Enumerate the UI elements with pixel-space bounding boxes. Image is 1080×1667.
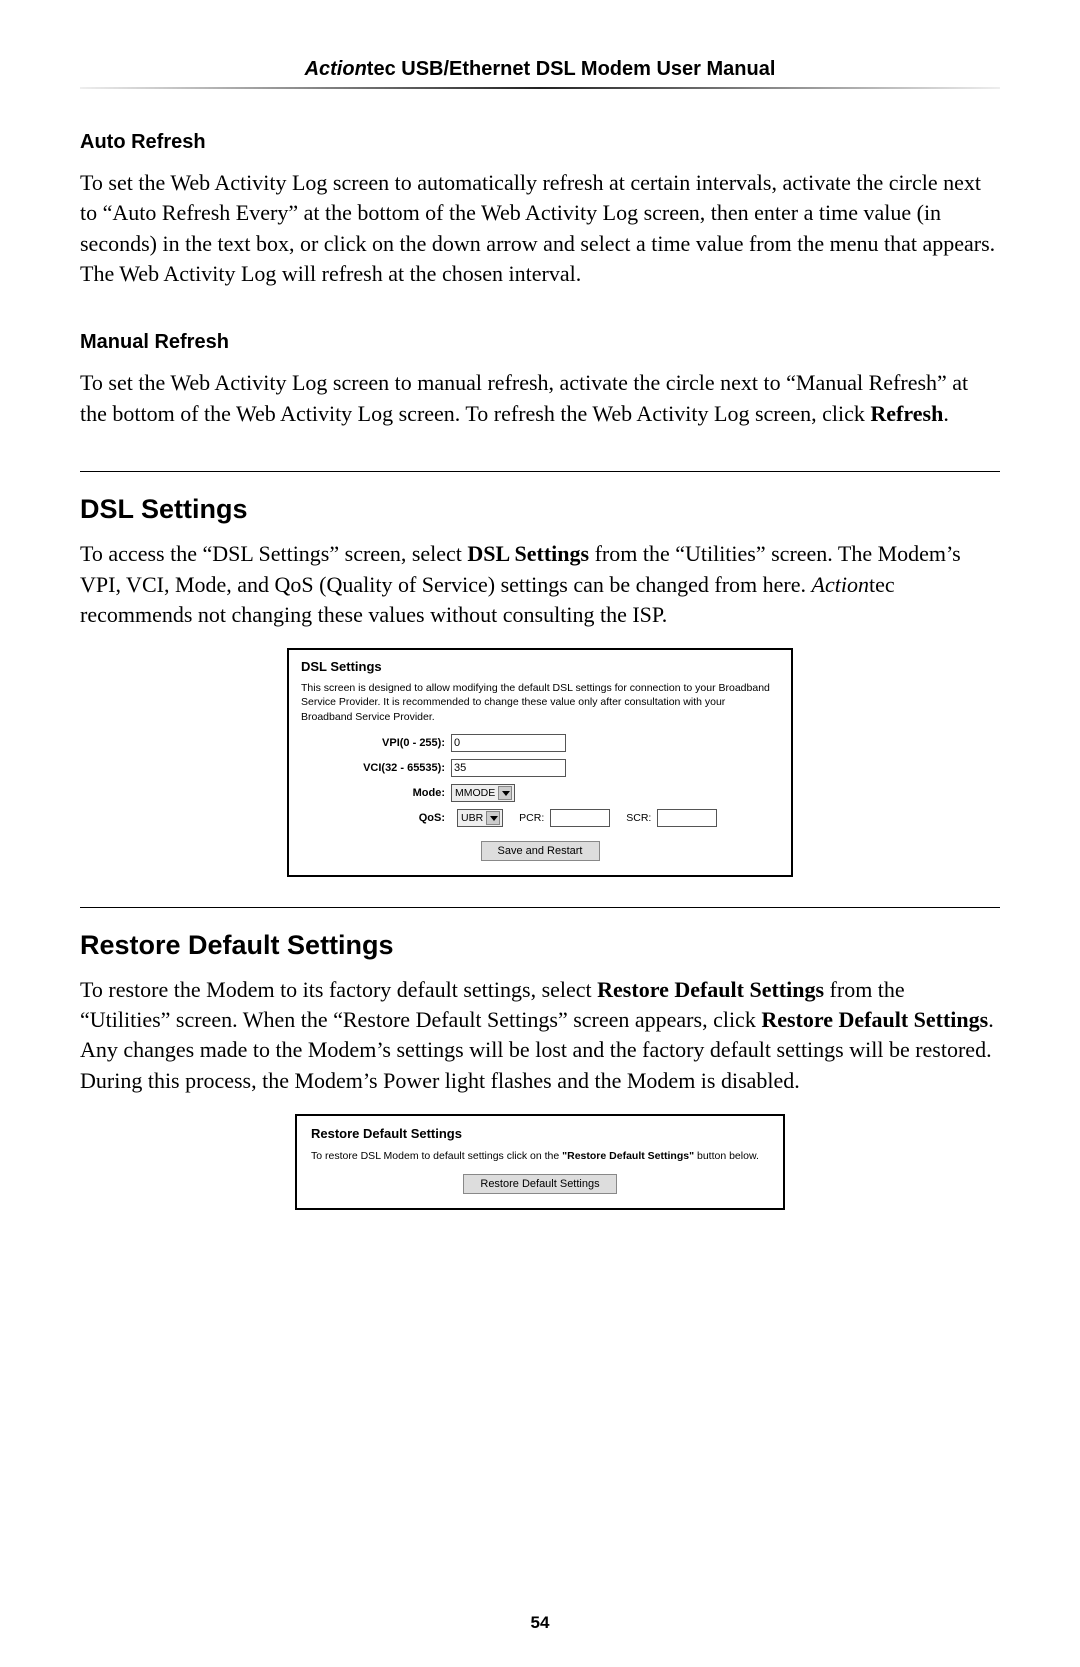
chevron-down-icon bbox=[498, 786, 512, 800]
qos-label: QoS: bbox=[301, 812, 451, 824]
manual-refresh-bold: Refresh bbox=[870, 401, 943, 426]
qos-value: UBR bbox=[461, 812, 483, 824]
brand-rest: tec USB/Ethernet DSL Modem User Manual bbox=[367, 58, 776, 80]
dsl-settings-body: To access the “DSL Settings” screen, sel… bbox=[80, 539, 1000, 630]
mode-row: Mode: MMODE bbox=[301, 784, 779, 802]
restore-body-1: To restore the Modem to its factory defa… bbox=[80, 977, 597, 1002]
page-number: 54 bbox=[0, 1613, 1080, 1633]
vpi-label: VPI(0 - 255): bbox=[301, 737, 451, 749]
vci-input[interactable] bbox=[451, 759, 566, 777]
pcr-label: PCR: bbox=[519, 812, 544, 824]
auto-refresh-body: To set the Web Activity Log screen to au… bbox=[80, 168, 1000, 289]
vci-row: VCI(32 - 65535): bbox=[301, 759, 779, 777]
manual-refresh-heading: Manual Refresh bbox=[80, 331, 1000, 354]
vci-label: VCI(32 - 65535): bbox=[301, 762, 451, 774]
dsl-settings-panel: DSL Settings This screen is designed to … bbox=[287, 648, 793, 877]
auto-refresh-heading: Auto Refresh bbox=[80, 131, 1000, 154]
vpi-row: VPI(0 - 255): bbox=[301, 734, 779, 752]
dsl-panel-title: DSL Settings bbox=[301, 659, 779, 674]
manual-refresh-pre: To set the Web Activity Log screen to ma… bbox=[80, 370, 968, 425]
chevron-down-icon bbox=[486, 811, 500, 825]
save-restart-button[interactable]: Save and Restart bbox=[481, 841, 600, 861]
scr-label: SCR: bbox=[626, 812, 651, 824]
manual-refresh-body: To set the Web Activity Log screen to ma… bbox=[80, 368, 1000, 429]
restore-panel-title: Restore Default Settings bbox=[311, 1126, 769, 1141]
restore-body-bold2: Restore Default Settings bbox=[761, 1007, 988, 1032]
scr-input[interactable] bbox=[657, 809, 717, 827]
dsl-body-1: To access the “DSL Settings” screen, sel… bbox=[80, 541, 467, 566]
qos-select[interactable]: UBR bbox=[457, 809, 503, 827]
restore-desc-bold: "Restore Default Settings" bbox=[562, 1150, 694, 1162]
mode-select[interactable]: MMODE bbox=[451, 784, 515, 802]
restore-desc-post: button below. bbox=[694, 1150, 759, 1162]
dsl-panel-desc: This screen is designed to allow modifyi… bbox=[301, 681, 779, 724]
restore-heading: Restore Default Settings bbox=[80, 930, 1000, 961]
qos-row: QoS: UBR PCR: SCR: bbox=[301, 809, 779, 827]
mode-value: MMODE bbox=[455, 787, 495, 799]
restore-body: To restore the Modem to its factory defa… bbox=[80, 975, 1000, 1096]
header-rule bbox=[80, 87, 1000, 89]
manual-refresh-post: . bbox=[943, 401, 949, 426]
dsl-settings-heading: DSL Settings bbox=[80, 494, 1000, 525]
brand-italic: Action bbox=[305, 58, 367, 80]
divider-2 bbox=[80, 907, 1000, 908]
mode-label: Mode: bbox=[301, 787, 451, 799]
dsl-body-bold1: DSL Settings bbox=[467, 541, 589, 566]
vpi-input[interactable] bbox=[451, 734, 566, 752]
restore-panel: Restore Default Settings To restore DSL … bbox=[295, 1114, 785, 1210]
page-header: Actiontec USB/Ethernet DSL Modem User Ma… bbox=[80, 58, 1000, 81]
restore-desc-pre: To restore DSL Modem to default settings… bbox=[311, 1150, 562, 1162]
pcr-input[interactable] bbox=[550, 809, 610, 827]
restore-default-button[interactable]: Restore Default Settings bbox=[463, 1174, 616, 1194]
dsl-body-italic: Action bbox=[812, 572, 869, 597]
restore-panel-desc: To restore DSL Modem to default settings… bbox=[311, 1150, 769, 1164]
restore-body-bold1: Restore Default Settings bbox=[597, 977, 824, 1002]
divider-1 bbox=[80, 471, 1000, 472]
